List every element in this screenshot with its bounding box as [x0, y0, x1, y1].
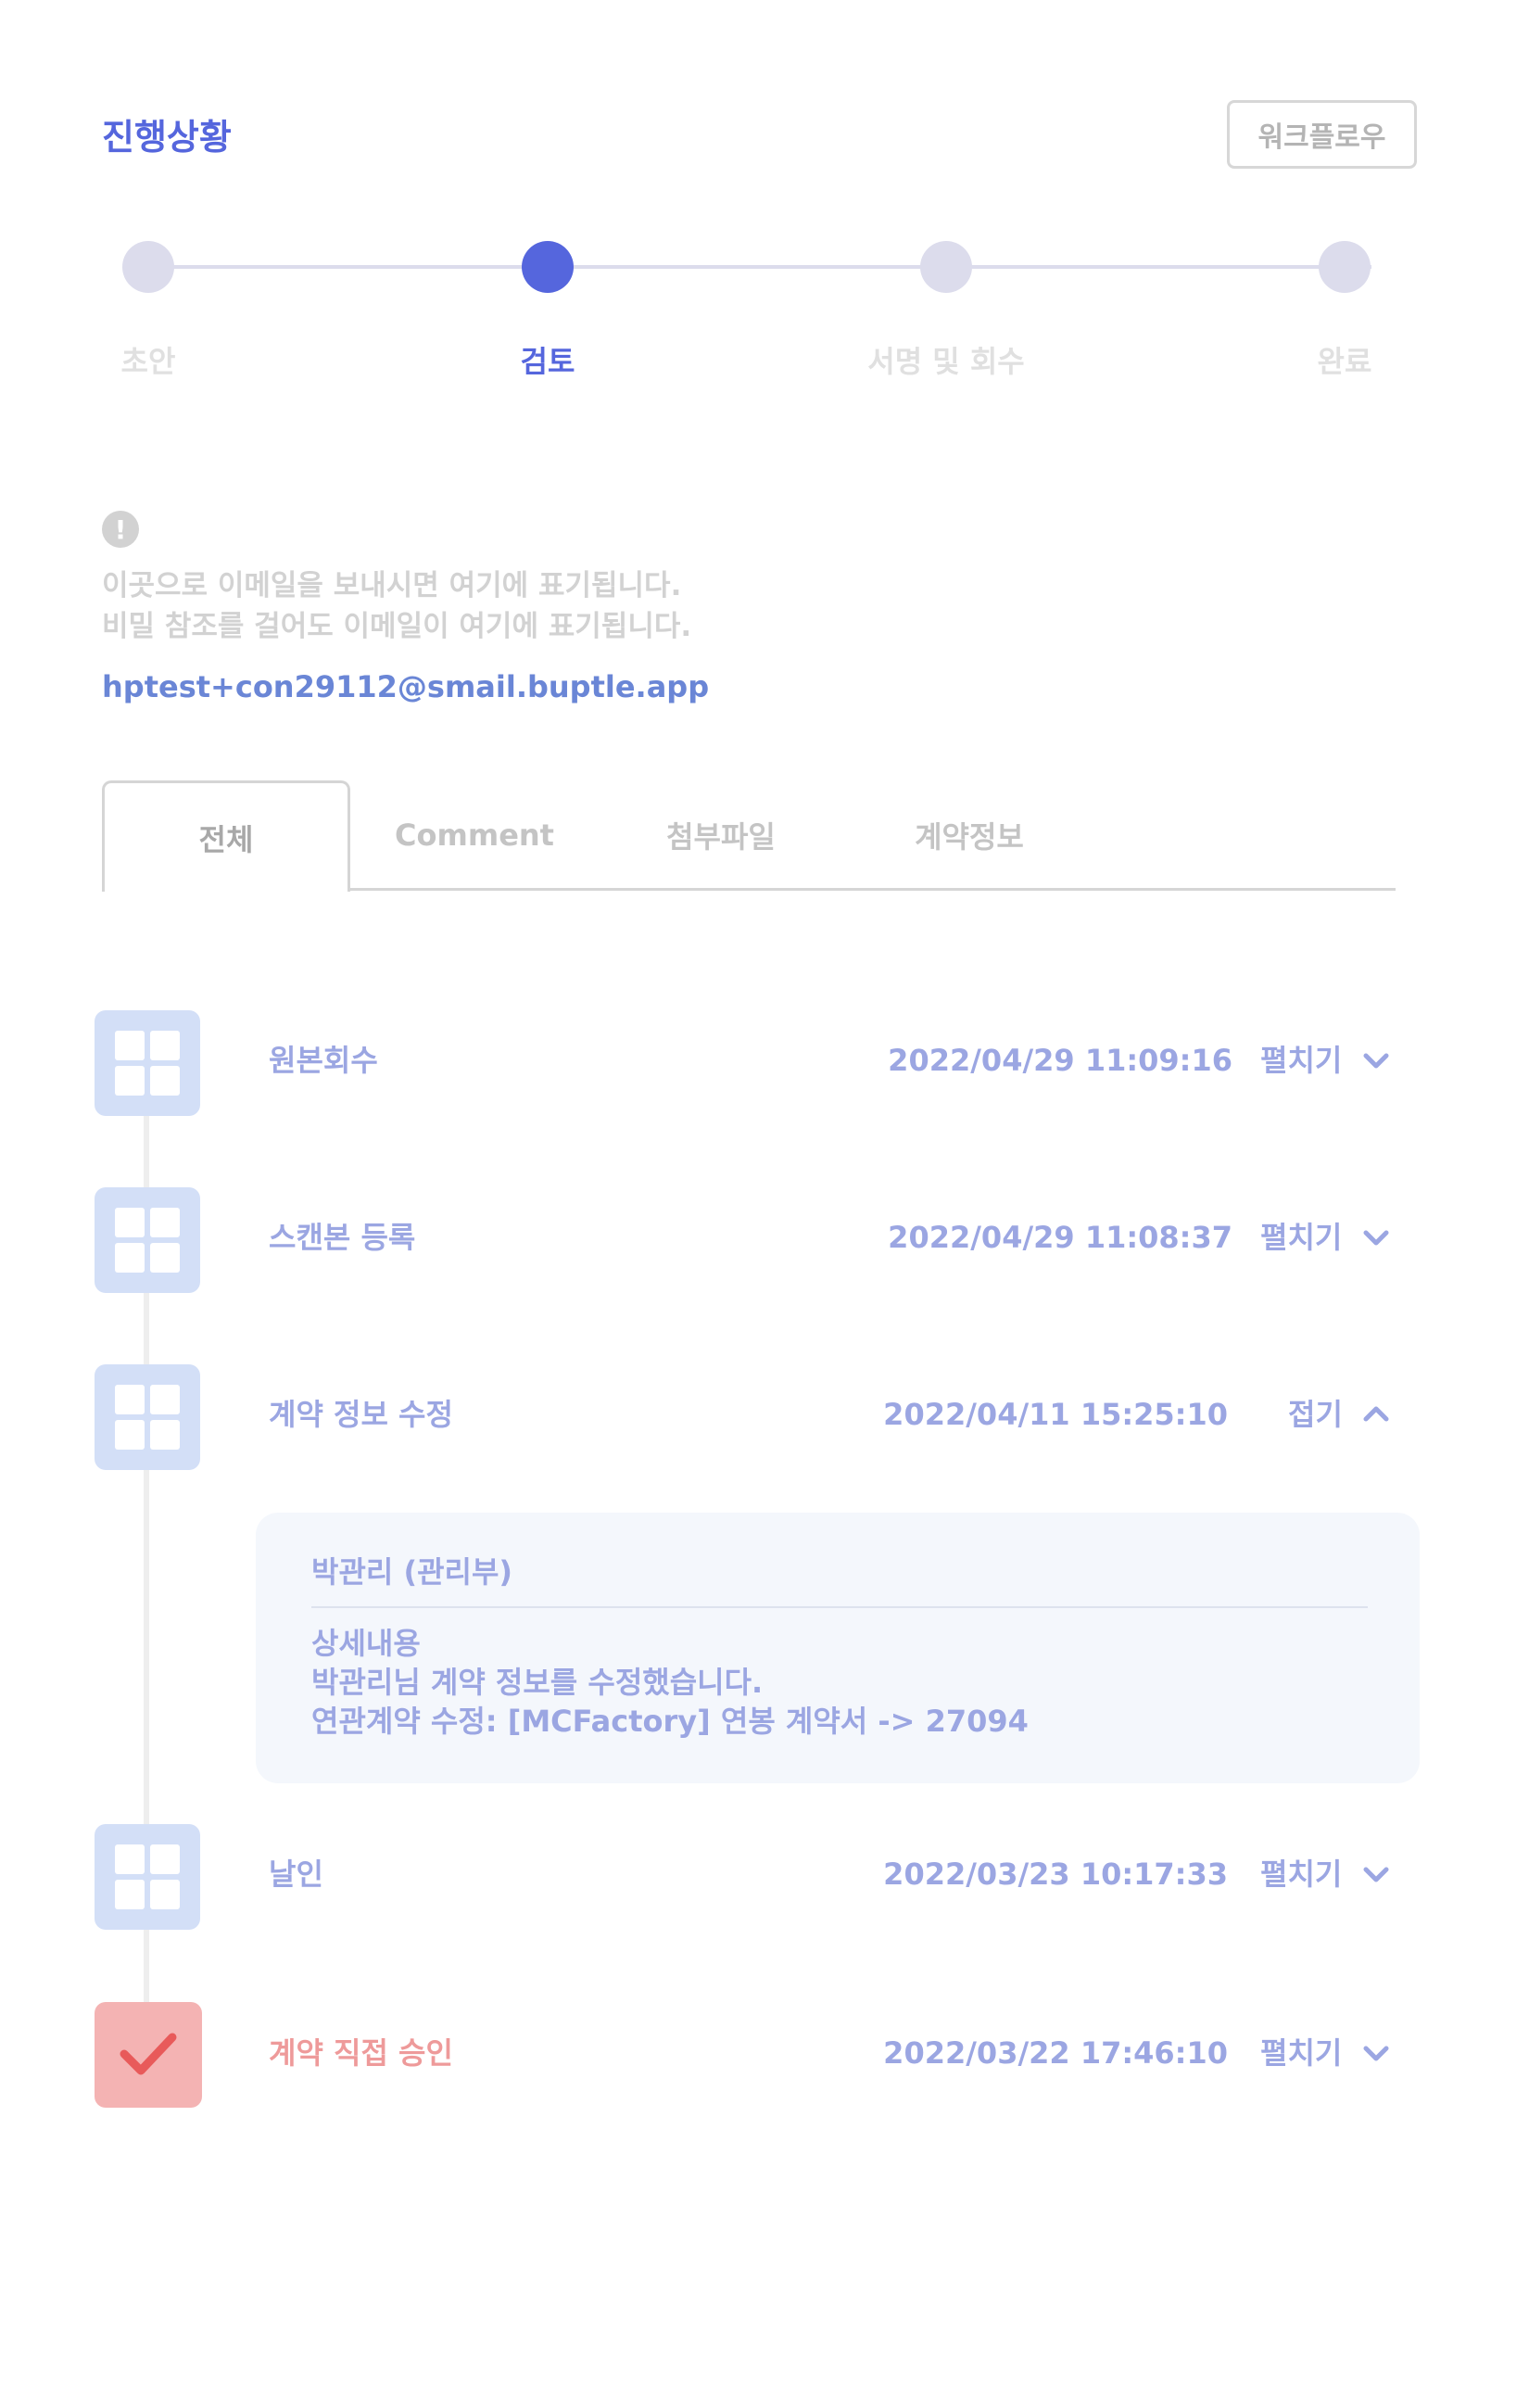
timeline-date: 2022/03/22 17:46:10: [883, 2035, 1228, 2071]
grid-icon: [95, 1010, 200, 1116]
step-label-review: 검토: [520, 344, 575, 379]
chevron-down-icon[interactable]: [1360, 1859, 1392, 1891]
timeline-title: 날인: [269, 1857, 323, 1892]
notice-line-1: 이곳으로 이메일을 보내시면 여기에 표기됩니다.: [102, 569, 682, 602]
chevron-down-icon[interactable]: [1360, 1046, 1392, 1077]
step-label-complete: 완료: [1317, 344, 1372, 379]
timeline-date: 2022/03/23 10:17:33: [883, 1857, 1228, 1892]
exclamation-icon: !: [102, 511, 139, 548]
detail-body: 상세내용 박관리님 계약 정보를 수정했습니다. 연관계약 수정: [MCFac…: [311, 1624, 1029, 1741]
expand-toggle[interactable]: 펼치기: [1260, 2033, 1342, 2073]
chevron-down-icon[interactable]: [1360, 2038, 1392, 2070]
timeline-title: 계약 직접 승인: [269, 2035, 453, 2071]
step-dot-review: [522, 241, 574, 293]
step-dot-draft: [122, 241, 174, 293]
page-title: 진행상황: [102, 117, 232, 158]
tab-attachments[interactable]: 첨부파일: [597, 780, 845, 890]
stepper-track: [148, 265, 1371, 269]
check-icon: [95, 2002, 202, 2108]
grid-icon: [95, 1364, 200, 1470]
toggle-label: 펼치기: [1260, 2035, 1343, 2071]
tab-comment[interactable]: Comment: [350, 780, 599, 890]
grid-icon: [95, 1824, 200, 1930]
chevron-down-icon[interactable]: [1360, 1223, 1392, 1254]
timeline-date: 2022/04/29 11:08:37: [888, 1220, 1232, 1255]
toggle-label: 접기: [1288, 1397, 1343, 1432]
detail-divider: [311, 1606, 1368, 1608]
timeline-title: 스캔본 등록: [269, 1220, 416, 1255]
toggle-label: 펼치기: [1260, 1857, 1343, 1892]
tab-contract-info[interactable]: 계약정보: [845, 780, 1093, 890]
toggle-label: 펼치기: [1260, 1220, 1343, 1255]
collapse-toggle[interactable]: 접기: [1288, 1394, 1343, 1435]
toggle-label: 펼치기: [1260, 1043, 1343, 1078]
step-dot-complete: [1319, 241, 1371, 293]
detail-heading: 상세내용: [311, 1626, 421, 1661]
timeline-date: 2022/04/29 11:09:16: [888, 1043, 1232, 1078]
detail-line-1: 박관리님 계약 정보를 수정했습니다.: [311, 1665, 764, 1700]
email-notice: 이곳으로 이메일을 보내시면 여기에 표기됩니다. 비밀 참조를 걸어도 이메일…: [102, 565, 691, 647]
step-label-sign: 서명 및 회수: [867, 344, 1025, 379]
expand-toggle[interactable]: 펼치기: [1260, 1854, 1342, 1895]
timeline-title: 원본회수: [269, 1043, 378, 1078]
detail-line-2: 연관계약 수정: [MCFactory] 연봉 계약서 -> 27094: [311, 1704, 1029, 1739]
contract-email[interactable]: hptest+con29112@smail.buptle.app: [102, 665, 709, 708]
chevron-up-icon[interactable]: [1360, 1398, 1392, 1429]
workflow-button[interactable]: 워크플로우: [1227, 100, 1417, 169]
expand-toggle[interactable]: 펼치기: [1260, 1040, 1342, 1081]
step-dot-sign: [920, 241, 972, 293]
timeline-date: 2022/04/11 15:25:10: [883, 1397, 1228, 1432]
notice-line-2: 비밀 참조를 걸어도 이메일이 여기에 표기됩니다.: [102, 610, 692, 643]
timeline-title: 계약 정보 수정: [269, 1397, 453, 1432]
tab-all[interactable]: 전체: [102, 780, 350, 892]
detail-author: 박관리 (관리부): [311, 1554, 513, 1590]
expand-toggle[interactable]: 펼치기: [1260, 1217, 1342, 1258]
grid-icon: [95, 1187, 200, 1293]
step-label-draft: 초안: [120, 344, 176, 379]
